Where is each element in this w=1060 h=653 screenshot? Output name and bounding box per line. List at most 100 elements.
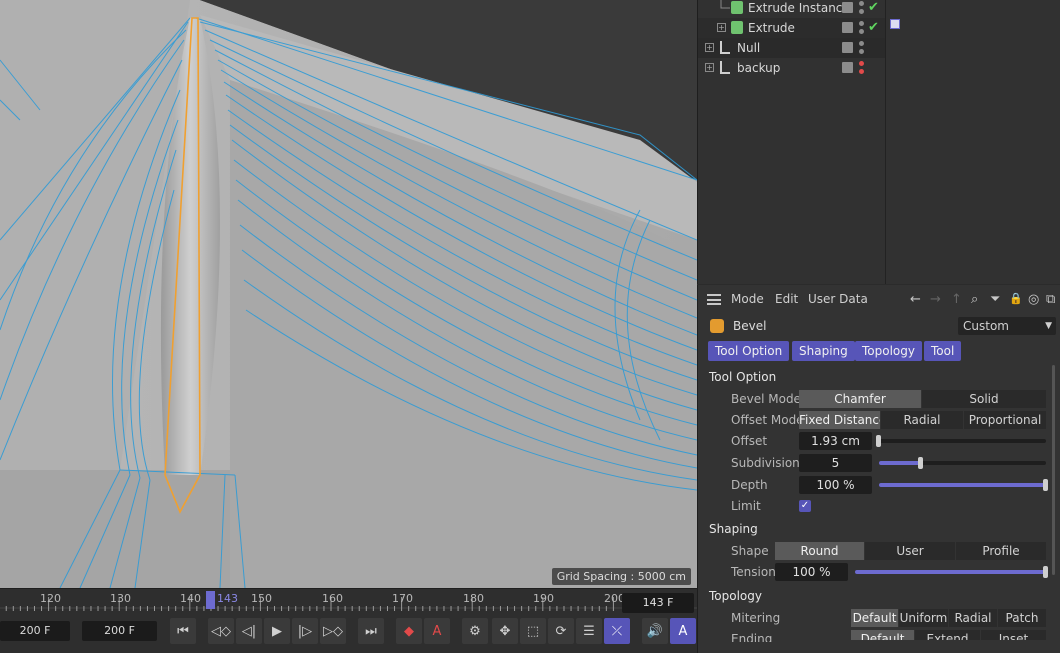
menu-icon[interactable]	[707, 294, 721, 305]
enabled-check-icon[interactable]: ✔	[868, 18, 879, 38]
ruler-ticks	[0, 597, 697, 611]
prev-key-button[interactable]: ◁◇	[208, 618, 234, 644]
tab-shaping[interactable]: Shaping	[792, 341, 855, 361]
go-end-button[interactable]: ⏭	[358, 618, 384, 644]
tag-icon[interactable]	[890, 19, 900, 29]
shape-profile[interactable]: Profile	[956, 542, 1047, 560]
object-row[interactable]: + backup	[698, 58, 885, 78]
min-frame-field[interactable]: 200 F	[0, 621, 70, 641]
tab-topology[interactable]: Topology	[855, 341, 922, 361]
offset-slider-knob[interactable]	[876, 435, 881, 447]
shape-user[interactable]: User	[865, 542, 956, 560]
render-visibility-dot[interactable]	[859, 49, 864, 54]
3d-viewport[interactable]: Grid Spacing : 5000 cm	[0, 0, 697, 588]
menu-edit[interactable]: Edit	[775, 292, 798, 306]
search-icon[interactable]: ⌕	[971, 292, 978, 307]
keyframe-settings-button[interactable]: ⚙	[462, 618, 488, 644]
tension-field[interactable]: 100 %	[775, 563, 848, 581]
next-key-button[interactable]: ▷◇	[320, 618, 346, 644]
depth-field[interactable]: 100 %	[799, 476, 872, 494]
filter-icon[interactable]: ⏷	[990, 292, 1000, 307]
auto-key-button[interactable]: A	[424, 618, 450, 644]
current-frame-field[interactable]: 143 F	[622, 593, 694, 613]
ending-extend[interactable]: Extend	[915, 630, 981, 640]
editor-visibility-dot[interactable]	[859, 21, 864, 26]
key-position-button[interactable]: ✥	[492, 618, 518, 644]
tension-slider-knob[interactable]	[1043, 566, 1048, 578]
visibility-editor-icon[interactable]	[842, 42, 853, 53]
max-frame-field[interactable]: 200 F	[82, 621, 157, 641]
subdivision-slider-knob[interactable]	[917, 457, 923, 469]
menu-mode[interactable]: Mode	[731, 292, 764, 306]
render-visibility-dot[interactable]	[859, 29, 864, 34]
bevel-mode-chamfer[interactable]: Chamfer	[799, 390, 922, 408]
shape-selector: Round User Profile	[775, 542, 1047, 560]
mitering-radial[interactable]: Radial	[949, 609, 998, 627]
object-title: Bevel	[733, 319, 767, 333]
object-row[interactable]: Extrude Instance ✔	[698, 0, 885, 18]
timeline-ruler[interactable]: 120 130 140 150 160 170 180 190 200 143 …	[0, 589, 697, 617]
render-visibility-dot[interactable]	[859, 69, 864, 74]
subdivision-field[interactable]: 5	[799, 454, 872, 472]
offset-mode-radial[interactable]: Radial	[881, 411, 964, 429]
offset-field[interactable]: 1.93 cm	[799, 432, 872, 450]
expand-icon[interactable]: +	[705, 63, 714, 72]
forward-arrow-icon[interactable]: →	[930, 292, 941, 307]
mitering-default[interactable]: Default	[851, 609, 899, 627]
expand-icon[interactable]: +	[717, 23, 726, 32]
key-pla-button[interactable]: ⤫	[604, 618, 630, 644]
limit-checkbox[interactable]: ✓	[799, 500, 811, 512]
go-start-button[interactable]: ⏮	[170, 618, 196, 644]
tension-slider[interactable]	[855, 566, 1048, 578]
mitering-patch[interactable]: Patch	[998, 609, 1047, 627]
offset-slider[interactable]	[876, 435, 1046, 447]
editor-visibility-dot[interactable]	[859, 41, 864, 46]
depth-slider[interactable]	[879, 479, 1048, 491]
depth-label: Depth	[731, 478, 768, 492]
bevel-icon	[710, 319, 724, 333]
lock-icon[interactable]: 🔒	[1009, 292, 1023, 305]
step-forward-button[interactable]: |▷	[292, 618, 318, 644]
editor-visibility-dot[interactable]	[859, 61, 864, 66]
tab-tool[interactable]: Tool	[924, 341, 962, 361]
playhead[interactable]	[206, 591, 215, 609]
play-button[interactable]: ▶	[264, 618, 290, 644]
target-icon[interactable]: ◎	[1028, 292, 1039, 307]
ending-inset[interactable]: Inset	[981, 630, 1047, 640]
back-arrow-icon[interactable]: ←	[910, 292, 921, 307]
menu-user-data[interactable]: User Data	[808, 292, 868, 306]
bevel-mode-solid[interactable]: Solid	[922, 390, 1047, 408]
new-window-icon[interactable]: ⧉	[1046, 292, 1055, 307]
subdivision-slider[interactable]	[879, 457, 1046, 469]
mitering-uniform[interactable]: Uniform	[899, 609, 949, 627]
object-row[interactable]: + Extrude ✔	[698, 18, 885, 38]
enabled-check-icon[interactable]: ✔	[868, 0, 879, 18]
shape-round[interactable]: Round	[775, 542, 865, 560]
editor-visibility-dot[interactable]	[859, 1, 864, 6]
tab-tool-option[interactable]: Tool Option	[708, 341, 790, 361]
autokey-mode-button[interactable]: A	[670, 618, 696, 644]
key-rotation-button[interactable]: ⟳	[548, 618, 574, 644]
offset-mode-fixed-distance[interactable]: Fixed Distance	[799, 411, 881, 429]
key-parameter-button[interactable]: ☰	[576, 618, 602, 644]
visibility-editor-icon[interactable]	[842, 22, 853, 33]
offset-mode-proportional[interactable]: Proportional	[964, 411, 1047, 429]
key-scale-button[interactable]: ⬚	[520, 618, 546, 644]
up-arrow-icon[interactable]: ↑	[951, 292, 962, 307]
preset-select[interactable]: Custom ▼	[958, 317, 1056, 335]
tick-label: 180	[463, 592, 484, 605]
object-row[interactable]: + Null	[698, 38, 885, 58]
step-back-button[interactable]: ◁|	[236, 618, 262, 644]
ending-default[interactable]: Default	[851, 630, 915, 640]
depth-slider-knob[interactable]	[1043, 479, 1048, 491]
expand-icon[interactable]: +	[705, 43, 714, 52]
ending-label: Ending	[731, 632, 773, 642]
extrude-icon	[731, 21, 743, 34]
record-button[interactable]: ◆	[396, 618, 422, 644]
visibility-editor-icon[interactable]	[842, 62, 853, 73]
object-name: Null	[737, 41, 761, 55]
attribute-scrollbar[interactable]	[1052, 365, 1055, 575]
sound-button[interactable]: 🔊	[642, 618, 668, 644]
visibility-editor-icon[interactable]	[842, 2, 853, 13]
render-visibility-dot[interactable]	[859, 9, 864, 14]
